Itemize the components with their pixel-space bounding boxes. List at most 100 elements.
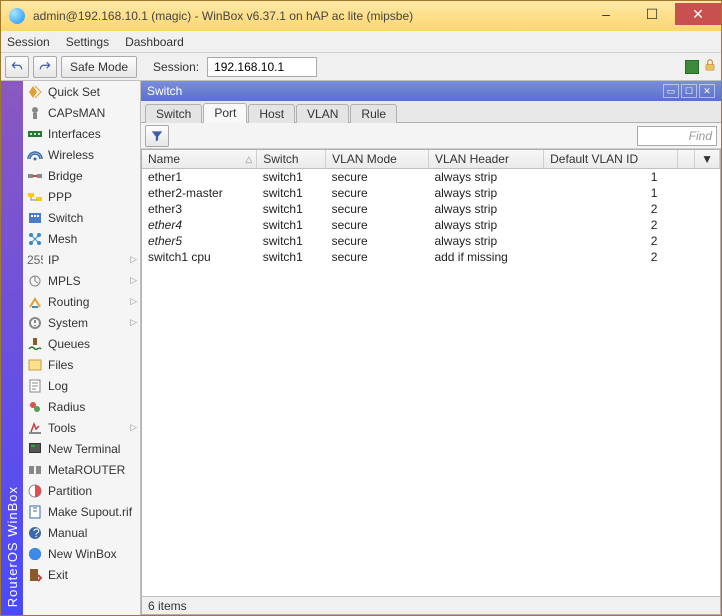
- sidebar-item-mesh[interactable]: Mesh: [23, 228, 140, 249]
- data-grid[interactable]: Name△SwitchVLAN ModeVLAN HeaderDefault V…: [142, 150, 720, 596]
- maximize-button[interactable]: ☐: [629, 3, 675, 25]
- sidebar-item-bridge[interactable]: Bridge: [23, 165, 140, 186]
- sidebar-item-label: Wireless: [48, 148, 94, 162]
- table-cell: secure: [326, 169, 429, 186]
- sidebar-item-label: CAPsMAN: [48, 106, 105, 120]
- sidebar-item-metarouter[interactable]: MetaROUTER: [23, 459, 140, 480]
- find-input[interactable]: Find: [637, 126, 717, 146]
- sidebar-item-log[interactable]: Log: [23, 375, 140, 396]
- sidebar-item-new-winbox[interactable]: New WinBox: [23, 543, 140, 564]
- table-cell: secure: [326, 249, 429, 265]
- panel-title: Switch: [147, 84, 661, 98]
- submenu-arrow-icon: ▷: [130, 317, 137, 328]
- table-row[interactable]: ether5switch1securealways strip2: [142, 233, 720, 249]
- sidebar-item-label: IP: [48, 253, 59, 267]
- toolbar: Safe Mode Session: 192.168.10.1: [1, 53, 721, 81]
- column-header[interactable]: Name△: [142, 150, 257, 169]
- tab-switch[interactable]: Switch: [145, 104, 202, 123]
- sidebar-item-partition[interactable]: Partition: [23, 480, 140, 501]
- undo-button[interactable]: [5, 56, 29, 78]
- sidebar-item-ppp[interactable]: PPP: [23, 186, 140, 207]
- sidebar-item-label: Manual: [48, 526, 87, 540]
- close-button[interactable]: ✕: [675, 3, 721, 25]
- table-cell: 1: [544, 169, 678, 186]
- table-cell: [695, 185, 720, 201]
- sidebar-item-ip[interactable]: 255IP▷: [23, 249, 140, 270]
- sidebar-icon: [27, 378, 43, 394]
- sidebar-item-system[interactable]: System ▷: [23, 312, 140, 333]
- table-cell: secure: [326, 185, 429, 201]
- column-menu-button[interactable]: ▼: [695, 150, 720, 169]
- panel-close-button[interactable]: ✕: [699, 84, 715, 98]
- sidebar-item-label: Exit: [48, 568, 68, 582]
- submenu-arrow-icon: ▷: [130, 275, 137, 286]
- sidebar-item-quick-set[interactable]: Quick Set: [23, 81, 140, 102]
- sidebar-item-tools[interactable]: Tools▷: [23, 417, 140, 438]
- menu-settings[interactable]: Settings: [66, 35, 109, 49]
- table-row[interactable]: switch1 cpuswitch1secureadd if missing2: [142, 249, 720, 265]
- svg-text:?: ?: [33, 526, 40, 540]
- lock-icon[interactable]: [703, 58, 717, 75]
- sidebar-item-wireless[interactable]: Wireless: [23, 144, 140, 165]
- column-header[interactable]: VLAN Header: [428, 150, 543, 169]
- table-cell: secure: [326, 233, 429, 249]
- sidebar-item-label: System: [48, 316, 88, 330]
- table-cell: switch1: [257, 185, 326, 201]
- table-cell: always strip: [428, 233, 543, 249]
- sidebar-item-capsman[interactable]: CAPsMAN: [23, 102, 140, 123]
- sidebar-icon: [27, 567, 43, 583]
- filter-button[interactable]: [145, 125, 169, 147]
- panel-min-button[interactable]: ▭: [663, 84, 679, 98]
- sidebar-item-label: New Terminal: [48, 442, 120, 456]
- table-cell: switch1: [257, 201, 326, 217]
- table-cell: [695, 233, 720, 249]
- sidebar-icon: [27, 147, 43, 163]
- table-cell: switch1: [257, 217, 326, 233]
- sidebar-item-manual[interactable]: ? Manual: [23, 522, 140, 543]
- redo-button[interactable]: [33, 56, 57, 78]
- column-header[interactable]: Switch: [257, 150, 326, 169]
- sidebar-item-label: New WinBox: [48, 547, 117, 561]
- table-cell: always strip: [428, 201, 543, 217]
- sidebar-icon: [27, 273, 43, 289]
- sidebar-item-routing[interactable]: Routing▷: [23, 291, 140, 312]
- table-cell: 2: [544, 217, 678, 233]
- table-row[interactable]: ether4switch1securealways strip2: [142, 217, 720, 233]
- sidebar-item-new-terminal[interactable]: New Terminal: [23, 438, 140, 459]
- status-indicator-icon: [685, 60, 699, 74]
- table-cell: always strip: [428, 185, 543, 201]
- tab-host[interactable]: Host: [248, 104, 295, 123]
- sidebar-icon: [27, 168, 43, 184]
- panel-max-button[interactable]: ☐: [681, 84, 697, 98]
- window-title: admin@192.168.10.1 (magic) - WinBox v6.3…: [33, 9, 583, 23]
- column-header[interactable]: Default VLAN ID: [544, 150, 678, 169]
- table-cell: always strip: [428, 169, 543, 186]
- sidebar-item-files[interactable]: Files: [23, 354, 140, 375]
- sidebar-item-make-supout-rif[interactable]: Make Supout.rif: [23, 501, 140, 522]
- table-cell: ether1: [142, 169, 257, 186]
- tab-vlan[interactable]: VLAN: [296, 104, 349, 123]
- sidebar-item-mpls[interactable]: MPLS▷: [23, 270, 140, 291]
- menu-dashboard[interactable]: Dashboard: [125, 35, 184, 49]
- column-header[interactable]: VLAN Mode: [326, 150, 429, 169]
- tab-port[interactable]: Port: [203, 103, 247, 123]
- sidebar-item-exit[interactable]: Exit: [23, 564, 140, 585]
- sidebar-icon: [27, 357, 43, 373]
- sidebar-item-label: Radius: [48, 400, 85, 414]
- session-value[interactable]: 192.168.10.1: [207, 57, 317, 77]
- table-row[interactable]: ether3switch1securealways strip2: [142, 201, 720, 217]
- tab-rule[interactable]: Rule: [350, 104, 397, 123]
- app-icon: [9, 8, 25, 24]
- sidebar-item-radius[interactable]: Radius: [23, 396, 140, 417]
- safe-mode-button[interactable]: Safe Mode: [61, 56, 137, 78]
- menu-session[interactable]: Session: [7, 35, 50, 49]
- table-row[interactable]: ether1switch1securealways strip1: [142, 169, 720, 186]
- tab-bar: SwitchPortHostVLANRule: [141, 101, 721, 123]
- submenu-arrow-icon: ▷: [130, 296, 137, 307]
- table-row[interactable]: ether2-masterswitch1securealways strip1: [142, 185, 720, 201]
- sidebar-item-switch[interactable]: Switch: [23, 207, 140, 228]
- table-cell: [677, 249, 694, 265]
- minimize-button[interactable]: –: [583, 3, 629, 25]
- sidebar-item-queues[interactable]: Queues: [23, 333, 140, 354]
- sidebar-item-interfaces[interactable]: Interfaces: [23, 123, 140, 144]
